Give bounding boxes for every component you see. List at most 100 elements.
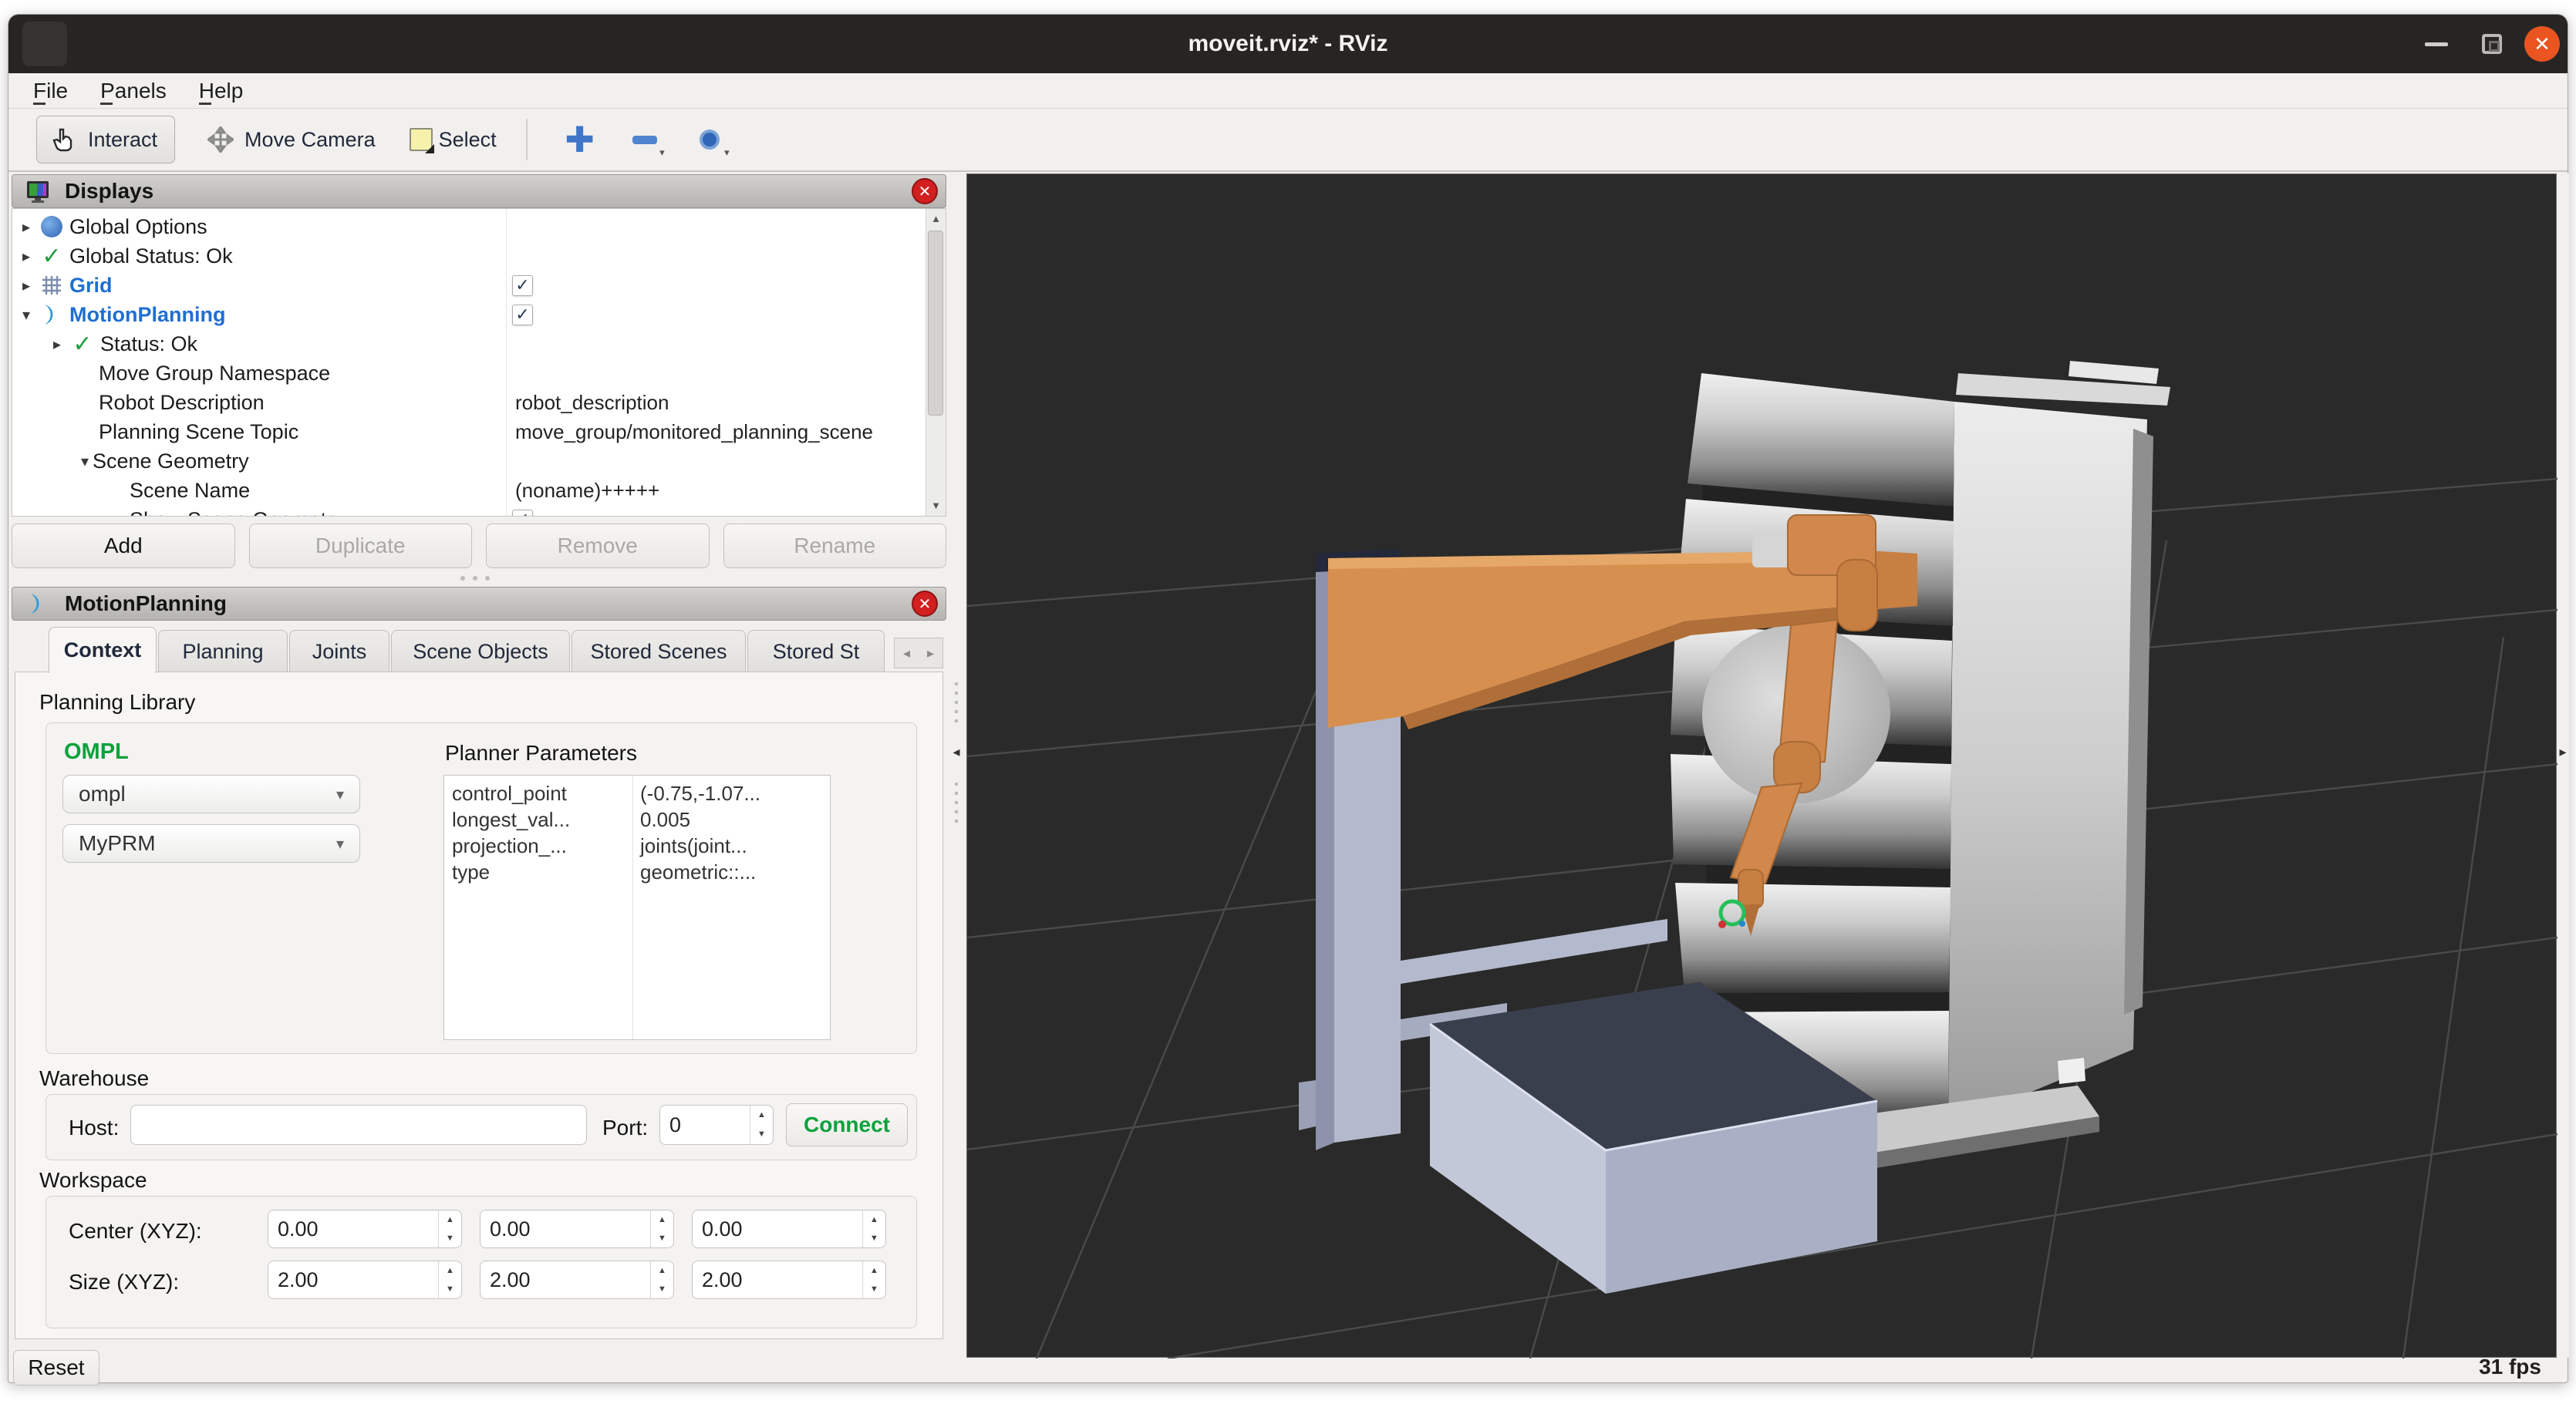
- global-options-icon: [39, 214, 65, 240]
- tab-scroll-arrows[interactable]: ◂ ▸: [894, 638, 943, 668]
- planner-parameters-table[interactable]: control_point (-0.75,-1.07... longest_va…: [443, 775, 831, 1040]
- add-tool-button[interactable]: ✚: [563, 119, 597, 160]
- port-input[interactable]: [660, 1106, 750, 1144]
- tree-row[interactable]: ▾ Scene Geometry: [12, 446, 899, 476]
- displays-close-button[interactable]: ✕: [912, 178, 938, 204]
- tree-row[interactable]: Robot Description robot_description: [12, 388, 899, 417]
- tree-row[interactable]: Planning Scene Topic move_group/monitore…: [12, 417, 899, 446]
- spin-arrows[interactable]: ▲▼: [750, 1106, 773, 1144]
- tab-scroll-right-icon[interactable]: ▸: [919, 638, 942, 668]
- tree-row[interactable]: ▸ ✓ Global Status: Ok: [12, 241, 899, 271]
- show-scene-geometry-checkbox[interactable]: ✓: [512, 510, 533, 517]
- expander-closed-icon[interactable]: ▸: [19, 276, 34, 295]
- menu-help[interactable]: Help: [196, 79, 247, 103]
- scroll-down-icon[interactable]: ▼: [926, 496, 946, 516]
- viewport-right-splitter[interactable]: ▸: [2557, 173, 2569, 1358]
- displays-tree[interactable]: ▸ Global Options ▸ ✓ Global Status: Ok ▸…: [12, 208, 946, 517]
- param-row[interactable]: projection_... joints(joint...: [444, 834, 830, 860]
- menu-panels[interactable]: Panels: [97, 79, 170, 103]
- size-z-spinbox[interactable]: ▲▼: [692, 1261, 886, 1299]
- tree-scrollbar[interactable]: ▲ ▼: [926, 209, 946, 516]
- tree-row[interactable]: ▸ Grid ✓: [12, 271, 899, 300]
- scrollbar-thumb[interactable]: [928, 231, 943, 416]
- tree-row-value[interactable]: (noname)+++++: [515, 479, 659, 503]
- library-select[interactable]: ompl ▾: [62, 775, 360, 813]
- tab-scene-objects[interactable]: Scene Objects: [391, 630, 570, 673]
- planner-select[interactable]: MyPRM ▾: [62, 824, 360, 863]
- size-z-input[interactable]: [693, 1261, 862, 1298]
- tree-row[interactable]: ▸ ✓ Status: Ok: [12, 329, 899, 359]
- center-x-spinbox[interactable]: ▲▼: [268, 1210, 462, 1248]
- tree-row[interactable]: Show Scene Geometry ✓: [12, 505, 899, 517]
- panel-splitter-grip[interactable]: [440, 576, 510, 582]
- connect-button[interactable]: Connect: [786, 1103, 908, 1146]
- planning-library-heading: Planning Library: [39, 690, 195, 715]
- tree-row[interactable]: Move Group Namespace: [12, 359, 899, 388]
- port-spinbox[interactable]: ▲▼: [659, 1105, 774, 1145]
- center-z-input[interactable]: [693, 1210, 862, 1247]
- reset-button[interactable]: Reset: [13, 1350, 99, 1385]
- remove-display-button[interactable]: Remove: [486, 524, 710, 568]
- remove-tool-button[interactable]: ▾: [628, 119, 662, 160]
- duplicate-display-button[interactable]: Duplicate: [249, 524, 473, 568]
- expander-closed-icon[interactable]: ▸: [19, 247, 34, 266]
- spin-arrows[interactable]: ▲▼: [438, 1210, 461, 1247]
- spin-arrows[interactable]: ▲▼: [650, 1210, 673, 1247]
- displays-panel-header[interactable]: Displays ✕: [12, 174, 946, 208]
- spin-down-icon: ▼: [439, 1280, 461, 1298]
- panel-viewport-splitter[interactable]: ◂: [946, 173, 966, 1358]
- center-y-spinbox[interactable]: ▲▼: [480, 1210, 674, 1248]
- tab-stored-states[interactable]: Stored St: [747, 630, 885, 673]
- spin-arrows[interactable]: ▲▼: [438, 1261, 461, 1298]
- close-button[interactable]: ✕: [2517, 15, 2568, 73]
- center-y-input[interactable]: [480, 1210, 650, 1247]
- param-row[interactable]: type geometric::...: [444, 860, 830, 887]
- scroll-up-icon[interactable]: ▲: [926, 209, 946, 229]
- param-row[interactable]: longest_val... 0.005: [444, 808, 830, 834]
- size-y-input[interactable]: [480, 1261, 650, 1298]
- spin-arrows[interactable]: ▲▼: [862, 1261, 885, 1298]
- wrist-link: [1738, 870, 1763, 908]
- spin-arrows[interactable]: ▲▼: [862, 1210, 885, 1247]
- tree-row[interactable]: ▾ MotionPlanning ✓: [12, 300, 899, 329]
- motionplanning-enabled-checkbox[interactable]: ✓: [512, 305, 533, 325]
- expander-open-icon[interactable]: ▾: [19, 305, 34, 325]
- interact-tool-button[interactable]: Interact: [36, 116, 175, 163]
- tab-joints[interactable]: Joints: [289, 630, 389, 673]
- center-z-spinbox[interactable]: ▲▼: [692, 1210, 886, 1248]
- move-camera-tool-button[interactable]: Move Camera: [197, 126, 382, 153]
- param-row[interactable]: control_point (-0.75,-1.07...: [444, 782, 830, 808]
- focus-tool-button[interactable]: ▾: [693, 119, 727, 160]
- expander-closed-icon[interactable]: ▸: [49, 335, 65, 354]
- tree-row[interactable]: Scene Name (noname)+++++: [12, 476, 899, 505]
- center-x-input[interactable]: [268, 1210, 438, 1247]
- spin-arrows[interactable]: ▲▼: [650, 1261, 673, 1298]
- tab-planning[interactable]: Planning: [158, 630, 288, 673]
- tree-row-value[interactable]: move_group/monitored_planning_scene: [515, 420, 873, 444]
- displays-panel-title: Displays: [65, 179, 902, 204]
- motionplanning-panel-header[interactable]: MotionPlanning ✕: [12, 587, 946, 621]
- splitter-collapse-left-icon[interactable]: ◂: [946, 744, 966, 760]
- tree-row[interactable]: ▸ Global Options: [12, 212, 899, 241]
- menu-file[interactable]: File: [30, 79, 71, 103]
- tab-stored-scenes[interactable]: Stored Scenes: [572, 630, 746, 673]
- grid-enabled-checkbox[interactable]: ✓: [512, 275, 533, 296]
- tab-scroll-left-icon[interactable]: ◂: [895, 638, 919, 668]
- host-input[interactable]: [130, 1105, 587, 1145]
- motionplanning-close-button[interactable]: ✕: [912, 591, 938, 617]
- expander-closed-icon[interactable]: ▸: [19, 217, 34, 237]
- minimize-button[interactable]: [2415, 15, 2458, 73]
- title-bar[interactable]: moveit.rviz* - RViz ✕: [8, 15, 2568, 73]
- select-tool-button[interactable]: Select: [403, 128, 503, 152]
- 3d-viewport[interactable]: [966, 173, 2557, 1358]
- size-x-input[interactable]: [268, 1261, 438, 1298]
- tree-row-value[interactable]: robot_description: [515, 391, 669, 415]
- size-y-spinbox[interactable]: ▲▼: [480, 1261, 674, 1299]
- maximize-button[interactable]: [2470, 15, 2514, 73]
- splitter-collapse-right-icon[interactable]: ▸: [2557, 744, 2569, 760]
- add-display-button[interactable]: Add: [12, 524, 235, 568]
- tab-context[interactable]: Context: [49, 627, 157, 673]
- expander-open-icon[interactable]: ▾: [77, 452, 93, 471]
- size-x-spinbox[interactable]: ▲▼: [268, 1261, 462, 1299]
- rename-display-button[interactable]: Rename: [723, 524, 947, 568]
